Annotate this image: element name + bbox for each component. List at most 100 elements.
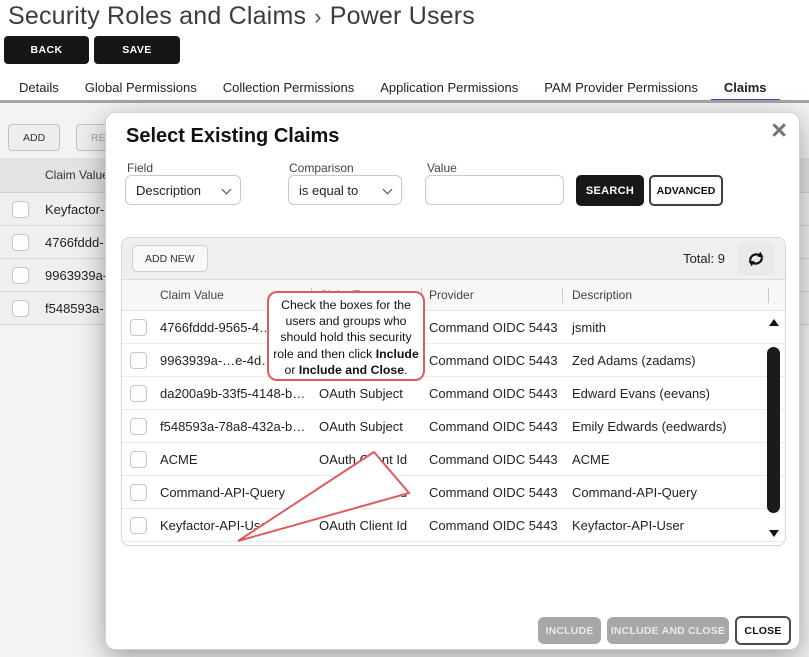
close-button[interactable]: CLOSE: [735, 616, 791, 645]
breadcrumb-current: Power Users: [330, 2, 475, 30]
callout-text: Include and Close: [299, 363, 404, 377]
back-button[interactable]: BACK: [4, 36, 89, 64]
row-checkbox[interactable]: [130, 319, 147, 336]
claim-value-cell: Command-API-Query: [160, 485, 311, 500]
row-checkbox[interactable]: [12, 234, 29, 251]
description-cell: jsmith: [562, 320, 785, 335]
include-button[interactable]: INCLUDE: [538, 617, 601, 644]
tab-claims[interactable]: Claims: [711, 75, 780, 103]
select-existing-claims-modal: × Select Existing Claims Field Compariso…: [105, 112, 800, 650]
callout: Check the boxes for the users and groups…: [267, 291, 425, 381]
callout-text: Include: [376, 347, 419, 361]
claim-row: da200a9b-33f5-4148-b…OAuth SubjectComman…: [122, 377, 785, 410]
comparison-select[interactable]: is equal to: [288, 175, 402, 205]
claim-row: ACMEOAuth Client IdCommand OIDC 5443ACME: [122, 443, 785, 476]
close-icon[interactable]: ×: [771, 117, 787, 144]
background-claim-value-header: Claim Value: [45, 168, 109, 182]
refresh-icon: [746, 249, 766, 269]
description-cell: Edward Evans (eevans): [562, 386, 785, 401]
add-new-button[interactable]: ADD NEW: [132, 245, 208, 272]
field-select[interactable]: Description: [125, 175, 241, 205]
row-checkbox[interactable]: [130, 385, 147, 402]
claim-value-cell: f548593a-: [45, 301, 104, 316]
field-select-value: Description: [136, 183, 201, 198]
grid-toolbar: ADD NEW Total: 9: [122, 238, 785, 280]
column-separator: [562, 288, 563, 303]
provider-cell: Command OIDC 5443: [421, 452, 562, 467]
page-title: Security Roles and Claims › Power Users: [8, 2, 475, 31]
scroll-up-icon[interactable]: [769, 319, 779, 326]
scrollbar[interactable]: [766, 315, 782, 541]
claim-type-cell: OAuth Subject: [311, 419, 421, 434]
scroll-down-icon[interactable]: [769, 530, 779, 537]
claim-value-cell: f548593a-78a8-432a-b…: [160, 419, 311, 434]
search-button[interactable]: SEARCH: [576, 175, 644, 206]
provider-cell: Command OIDC 5443: [421, 419, 562, 434]
claim-value-cell: Keyfactor-API-User: [160, 518, 311, 533]
chevron-down-icon: [222, 185, 232, 195]
provider-cell: Command OIDC 5443: [421, 353, 562, 368]
total-count: Total: 9: [683, 251, 725, 266]
comparison-label: Comparison: [289, 161, 354, 175]
add-button[interactable]: ADD: [8, 124, 60, 151]
claim-type-cell: OAuth Client Id: [311, 452, 421, 467]
description-cell: Emily Edwards (eedwards): [562, 419, 785, 434]
refresh-button[interactable]: [737, 243, 775, 275]
column-header-description[interactable]: Description: [562, 288, 785, 302]
tab-bar: DetailsGlobal PermissionsCollection Perm…: [6, 76, 780, 103]
row-checkbox[interactable]: [130, 352, 147, 369]
description-cell: Zed Adams (zadams): [562, 353, 785, 368]
column-header-provider[interactable]: Provider: [421, 288, 562, 302]
tab-details[interactable]: Details: [6, 75, 72, 103]
row-checkbox[interactable]: [12, 201, 29, 218]
value-input[interactable]: [425, 175, 564, 205]
provider-cell: Command OIDC 5443: [421, 485, 562, 500]
claim-value-cell: 9963939a-: [45, 268, 107, 283]
modal-title: Select Existing Claims: [126, 125, 339, 148]
claim-row: 9963939a-…e-4d…OAuth SubjectCommand OIDC…: [122, 344, 785, 377]
claim-type-cell: OAuth Client Id: [311, 518, 421, 533]
save-button[interactable]: SAVE: [94, 36, 180, 64]
breadcrumb-root: Security Roles and Claims: [8, 2, 306, 30]
grid-body: 4766fddd-9565-4…OAuth SubjectCommand OID…: [122, 311, 785, 542]
claim-value-cell: ACME: [160, 452, 311, 467]
advanced-button[interactable]: ADVANCED: [649, 175, 723, 206]
row-checkbox[interactable]: [12, 267, 29, 284]
column-separator: [768, 288, 769, 303]
claim-type-cell: OAuth Client Id: [311, 485, 421, 500]
claims-grid: ADD NEW Total: 9 Claim Value Claim Type …: [121, 237, 786, 546]
row-checkbox[interactable]: [130, 418, 147, 435]
callout-text: .: [404, 363, 407, 377]
row-checkbox[interactable]: [130, 451, 147, 468]
description-cell: ACME: [562, 452, 785, 467]
row-checkbox[interactable]: [130, 484, 147, 501]
field-label: Field: [127, 161, 153, 175]
row-checkbox[interactable]: [12, 300, 29, 317]
tab-global-permissions[interactable]: Global Permissions: [72, 75, 210, 103]
breadcrumb-separator-icon: ›: [314, 4, 322, 29]
include-and-close-button[interactable]: INCLUDE AND CLOSE: [607, 617, 729, 644]
description-cell: Command-API-Query: [562, 485, 785, 500]
row-checkbox[interactable]: [130, 517, 147, 534]
value-label: Value: [427, 161, 457, 175]
scrollbar-thumb[interactable]: [767, 347, 780, 513]
description-cell: Keyfactor-API-User: [562, 518, 785, 533]
grid-header-row: Claim Value Claim Type Provider Descript…: [122, 280, 785, 311]
claim-value-cell: da200a9b-33f5-4148-b…: [160, 386, 311, 401]
callout-text: or: [284, 363, 298, 377]
claim-row: f548593a-78a8-432a-b…OAuth SubjectComman…: [122, 410, 785, 443]
claim-row: Keyfactor-API-UserOAuth Client IdCommand…: [122, 509, 785, 542]
claim-value-cell: Keyfactor-: [45, 202, 104, 217]
claim-value-cell: 4766fddd-: [45, 235, 104, 250]
chevron-down-icon: [383, 185, 393, 195]
claim-row: Command-API-QueryOAuth Client IdCommand …: [122, 476, 785, 509]
claim-row: 4766fddd-9565-4…OAuth SubjectCommand OID…: [122, 311, 785, 344]
tab-pam-provider-permissions[interactable]: PAM Provider Permissions: [531, 75, 711, 103]
tab-application-permissions[interactable]: Application Permissions: [367, 75, 531, 103]
provider-cell: Command OIDC 5443: [421, 320, 562, 335]
provider-cell: Command OIDC 5443: [421, 518, 562, 533]
claim-type-cell: OAuth Subject: [311, 386, 421, 401]
comparison-select-value: is equal to: [299, 183, 358, 198]
tab-collection-permissions[interactable]: Collection Permissions: [210, 75, 368, 103]
provider-cell: Command OIDC 5443: [421, 386, 562, 401]
